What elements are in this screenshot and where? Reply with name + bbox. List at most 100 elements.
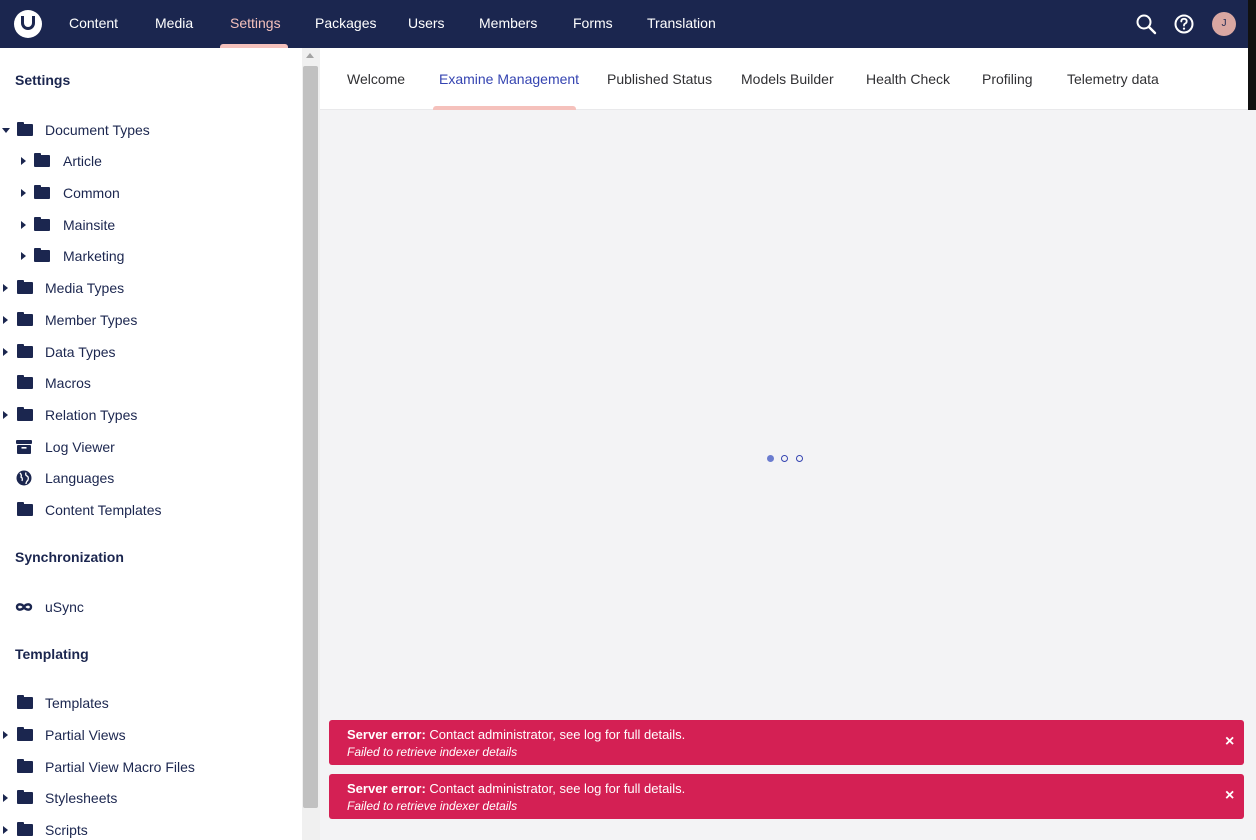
- caret-right-icon[interactable]: [3, 411, 8, 419]
- tree-item-content-templates[interactable]: Content Templates: [0, 498, 300, 522]
- tree-item-label: Document Types: [45, 122, 150, 138]
- loader-dot: [796, 455, 803, 462]
- tree-item-label: uSync: [45, 599, 84, 615]
- notification-headline: Server error: Contact administrator, see…: [347, 727, 685, 742]
- nav-translation[interactable]: Translation: [647, 0, 716, 48]
- tree-item-label: Mainsite: [63, 217, 116, 233]
- archive-icon: [16, 440, 32, 454]
- folder-icon: [17, 822, 33, 836]
- nav-forms[interactable]: Forms: [573, 0, 613, 48]
- caret-right-icon[interactable]: [3, 284, 8, 292]
- umbraco-logo-icon[interactable]: [14, 10, 42, 38]
- tree-item-label: Log Viewer: [45, 439, 115, 455]
- tab-telemetry-data[interactable]: Telemetry data: [1067, 48, 1159, 110]
- nav-settings[interactable]: Settings: [230, 0, 281, 48]
- caret-right-icon[interactable]: [21, 252, 26, 260]
- caret-right-icon[interactable]: [21, 189, 26, 197]
- tab-models-builder[interactable]: Models Builder: [741, 48, 834, 110]
- search-icon[interactable]: [1134, 12, 1158, 36]
- notification-detail: Failed to retrieve indexer details: [347, 745, 518, 759]
- folder-icon: [34, 248, 50, 262]
- close-icon[interactable]: ×: [1225, 786, 1234, 806]
- tree-item-label: Scripts: [45, 822, 88, 838]
- tree-item-usync[interactable]: uSync: [0, 595, 300, 619]
- tree-item-media-types[interactable]: Media Types: [0, 276, 300, 300]
- tree-item-label: Article: [63, 153, 102, 169]
- dashboard-tabs: Welcome Examine Management Published Sta…: [320, 48, 1248, 110]
- sidebar: Settings Document Types Article Common M…: [0, 48, 302, 840]
- nav-users[interactable]: Users: [408, 0, 445, 48]
- settings-heading: Settings: [15, 72, 71, 88]
- caret-right-icon[interactable]: [3, 316, 8, 324]
- tab-health-check[interactable]: Health Check: [866, 48, 950, 110]
- tree-item-label: Templates: [45, 695, 109, 711]
- tree-item-marketing[interactable]: Marketing: [0, 244, 300, 268]
- caret-right-icon[interactable]: [3, 794, 8, 802]
- tree-item-label: Languages: [45, 470, 115, 486]
- close-icon[interactable]: ×: [1225, 732, 1234, 752]
- folder-icon: [17, 407, 33, 421]
- nav-content[interactable]: Content: [69, 0, 118, 48]
- tab-profiling[interactable]: Profiling: [982, 48, 1033, 110]
- tree-item-member-types[interactable]: Member Types: [0, 308, 300, 332]
- help-icon[interactable]: [1172, 12, 1196, 36]
- caret-right-icon[interactable]: [3, 826, 8, 834]
- tree-item-label: Data Types: [45, 344, 116, 360]
- folder-icon: [17, 375, 33, 389]
- scroll-up-arrow-icon[interactable]: [306, 53, 314, 58]
- folder-icon: [17, 122, 33, 136]
- caret-right-icon[interactable]: [21, 221, 26, 229]
- templating-heading: Templating: [15, 646, 89, 662]
- tree-item-stylesheets[interactable]: Stylesheets: [0, 786, 300, 810]
- notification-title: Server error:: [347, 781, 426, 796]
- tree-item-mainsite[interactable]: Mainsite: [0, 213, 300, 237]
- tree-item-languages[interactable]: Languages: [0, 466, 300, 490]
- tab-active-indicator: [433, 106, 576, 110]
- globe-icon: [16, 470, 32, 486]
- tree-item-label: Marketing: [63, 248, 125, 264]
- folder-icon: [17, 502, 33, 516]
- folder-icon: [17, 312, 33, 326]
- tree-item-partial-view-macro-files[interactable]: Partial View Macro Files: [0, 755, 300, 779]
- tree-item-relation-types[interactable]: Relation Types: [0, 403, 300, 427]
- folder-icon: [34, 217, 50, 231]
- loader-dot: [781, 455, 788, 462]
- folder-icon: [17, 280, 33, 294]
- tree-item-document-types[interactable]: Document Types: [0, 118, 300, 142]
- tree-item-log-viewer[interactable]: Log Viewer: [0, 435, 300, 459]
- notification-message: Contact administrator, see log for full …: [429, 781, 686, 796]
- tree-item-common[interactable]: Common: [0, 181, 300, 205]
- caret-right-icon[interactable]: [21, 157, 26, 165]
- nav-packages[interactable]: Packages: [315, 0, 376, 48]
- tree-item-label: Common: [63, 185, 120, 201]
- folder-icon: [17, 344, 33, 358]
- user-avatar[interactable]: J: [1212, 12, 1236, 36]
- tree-item-label: Content Templates: [45, 502, 162, 518]
- tree-item-macros[interactable]: Macros: [0, 371, 300, 395]
- tree-item-data-types[interactable]: Data Types: [0, 340, 300, 364]
- error-notification: Server error: Contact administrator, see…: [329, 774, 1244, 819]
- tree-item-article[interactable]: Article: [0, 149, 300, 173]
- tree-item-label: Partial View Macro Files: [45, 759, 195, 775]
- tree-item-scripts[interactable]: Scripts: [0, 818, 300, 840]
- tab-examine-management[interactable]: Examine Management: [439, 48, 579, 110]
- tree-item-templates[interactable]: Templates: [0, 691, 300, 715]
- folder-icon: [17, 790, 33, 804]
- window-edge: [1248, 0, 1256, 110]
- caret-right-icon[interactable]: [3, 348, 8, 356]
- tree-item-label: Relation Types: [45, 407, 138, 423]
- caret-right-icon[interactable]: [3, 731, 8, 739]
- caret-down-icon[interactable]: [2, 128, 10, 133]
- tree-item-label: Partial Views: [45, 727, 126, 743]
- nav-media[interactable]: Media: [155, 0, 193, 48]
- loader-dot: [767, 455, 774, 462]
- sidebar-scrollbar-thumb[interactable]: [303, 66, 318, 808]
- tab-published-status[interactable]: Published Status: [607, 48, 712, 110]
- notification-headline: Server error: Contact administrator, see…: [347, 781, 685, 796]
- tree-item-label: Member Types: [45, 312, 138, 328]
- folder-icon: [17, 759, 33, 773]
- tab-welcome[interactable]: Welcome: [347, 48, 405, 110]
- nav-members[interactable]: Members: [479, 0, 537, 48]
- tree-item-partial-views[interactable]: Partial Views: [0, 723, 300, 747]
- tree-item-label: Macros: [45, 375, 91, 391]
